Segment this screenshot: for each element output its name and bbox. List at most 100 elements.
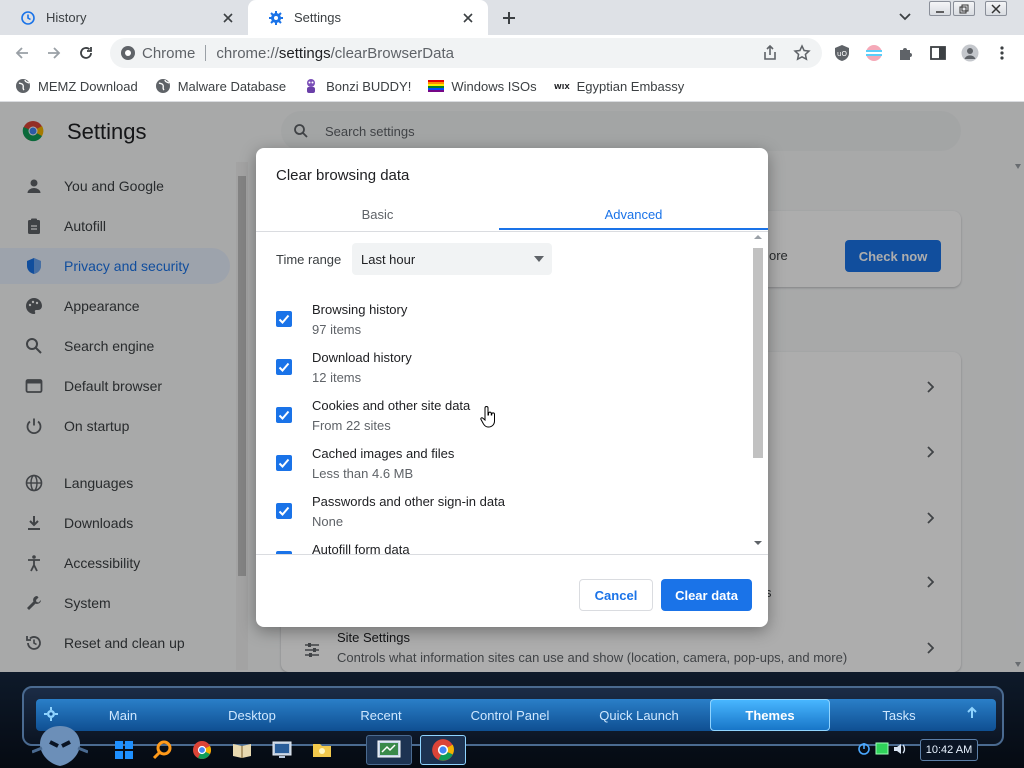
back-arrow-icon[interactable] (13, 44, 31, 62)
taskbar-menu-recent[interactable]: Recent (316, 699, 446, 731)
tab-advanced[interactable]: Advanced (499, 196, 768, 232)
tab-basic[interactable]: Basic (256, 196, 499, 232)
taskbar-menu: Main Desktop Recent Control Panel Quick … (36, 699, 996, 731)
new-tab-icon[interactable] (500, 9, 518, 27)
search-icon[interactable] (150, 738, 174, 762)
restore-button[interactable] (953, 1, 975, 16)
folder-icon[interactable] (310, 738, 334, 762)
window-close-button[interactable] (985, 1, 1007, 16)
bookmark-label: Egyptian Embassy (576, 78, 685, 94)
option-cached-images[interactable]: Cached images and files Less than 4.6 MB (276, 444, 746, 492)
star-icon[interactable] (793, 44, 811, 62)
option-subtitle: 12 items (312, 370, 362, 385)
checkbox[interactable] (276, 407, 292, 423)
check-icon (278, 410, 290, 420)
arrow-up-icon[interactable] (965, 706, 979, 720)
monitor-icon[interactable] (270, 738, 294, 762)
bookmark-label: Windows ISOs (451, 78, 537, 94)
gear-icon (269, 10, 283, 25)
tray-icons (858, 742, 906, 755)
taskbar-menu-desktop[interactable]: Desktop (188, 699, 316, 731)
tab-strip: History Settings (0, 0, 1024, 35)
footer-divider (256, 554, 768, 555)
scroll-down-icon[interactable] (752, 539, 764, 547)
close-icon[interactable] (220, 10, 236, 26)
option-title: Autofill form data (312, 542, 410, 554)
address-bar[interactable]: Chrome chrome://settings/clearBrowserDat… (110, 38, 822, 68)
scroll-up-icon[interactable] (752, 233, 764, 241)
toolbar: Chrome chrome://settings/clearBrowserDat… (0, 35, 1024, 71)
taskbar-menu-quick-launch[interactable]: Quick Launch (574, 699, 704, 731)
dialog-scrollbar[interactable] (752, 233, 764, 553)
taskbar-menu-control-panel[interactable]: Control Panel (446, 699, 574, 731)
reload-icon[interactable] (77, 44, 95, 62)
svg-text:uO: uO (837, 50, 847, 58)
checkbox[interactable] (276, 503, 292, 519)
checkbox[interactable] (276, 455, 292, 471)
bookmark-windows-isos[interactable]: Windows ISOs (428, 78, 537, 94)
globe-icon (16, 79, 30, 93)
bookmark-memz-download[interactable]: MEMZ Download (15, 78, 138, 94)
bookmark-egyptian-embassy[interactable]: WIX Egyptian Embassy (554, 78, 685, 94)
pride-extension-icon[interactable] (865, 44, 883, 62)
options-list: Time range Last hour Browsing history 97… (256, 232, 768, 554)
checkbox[interactable] (276, 359, 292, 375)
globe-icon (155, 79, 170, 93)
bookmark-malware-database[interactable]: Malware Database (155, 78, 286, 94)
option-browsing-history[interactable]: Browsing history 97 items (276, 300, 746, 348)
option-title: Browsing history (312, 302, 408, 317)
bonzi-icon (307, 79, 316, 93)
url-text: chrome://settings/clearBrowserData (216, 44, 454, 62)
option-autofill[interactable]: Autofill form data (276, 540, 746, 554)
check-icon (278, 314, 290, 324)
alien-head-icon[interactable] (32, 722, 88, 768)
chrome-icon (432, 739, 454, 761)
windows-start-icon[interactable] (112, 738, 136, 762)
profile-avatar-icon[interactable] (961, 44, 979, 62)
wix-icon: WIX (554, 83, 570, 91)
clock[interactable]: 10:42 AM (920, 739, 978, 761)
cancel-button[interactable]: Cancel (579, 579, 653, 611)
history-icon (21, 10, 35, 25)
option-download-history[interactable]: Download history 12 items (276, 348, 746, 396)
dialog-title: Clear browsing data (276, 167, 410, 184)
side-panel-icon[interactable] (929, 44, 947, 62)
chrome-icon[interactable] (190, 738, 214, 762)
bookmarks-bar: MEMZ Download Malware Database Bonzi BUD… (0, 71, 1024, 102)
ublock-icon[interactable]: uO (833, 44, 851, 62)
chevron-down-icon[interactable] (898, 10, 912, 24)
bookmark-label: Malware Database (177, 78, 287, 94)
control-panel-icon (377, 740, 401, 758)
book-icon[interactable] (230, 738, 254, 762)
option-passwords[interactable]: Passwords and other sign-in data None (276, 492, 746, 540)
option-cookies[interactable]: Cookies and other site data From 22 site… (276, 396, 746, 444)
scroll-thumb[interactable] (753, 248, 763, 458)
kebab-menu-icon[interactable] (993, 44, 1011, 62)
tab-indicator (499, 228, 768, 230)
taskbar-menu-themes[interactable]: Themes (710, 699, 830, 731)
taskbar: Main Desktop Recent Control Panel Quick … (0, 672, 1024, 768)
forward-arrow-icon[interactable] (45, 44, 63, 62)
option-subtitle: From 22 sites (312, 418, 391, 433)
clear-data-button[interactable]: Clear data (661, 579, 752, 611)
close-icon[interactable] (460, 10, 476, 26)
taskbar-menu-tasks[interactable]: Tasks (836, 699, 962, 731)
tab-title: Settings (294, 10, 341, 25)
share-icon[interactable] (761, 44, 779, 62)
taskbar-app-control-panel[interactable] (366, 735, 412, 765)
hand-cursor-icon (480, 406, 495, 428)
time-range-select[interactable]: Last hour (352, 243, 552, 275)
bookmark-bonzi-buddy[interactable]: Bonzi BUDDY! (303, 78, 411, 94)
checkbox[interactable] (276, 311, 292, 327)
minimize-button[interactable] (929, 1, 951, 16)
bookmark-label: Bonzi BUDDY! (326, 78, 412, 94)
gear-icon[interactable] (44, 707, 58, 721)
rainbow-flag-icon (428, 80, 445, 92)
puzzle-icon[interactable] (897, 44, 915, 62)
time-range-value: Last hour (361, 251, 416, 267)
check-icon (278, 506, 290, 516)
taskbar-app-chrome[interactable] (420, 735, 466, 765)
tab-settings[interactable]: Settings (248, 0, 488, 35)
tab-history[interactable]: History (0, 0, 248, 35)
omnibox-divider (205, 45, 207, 61)
